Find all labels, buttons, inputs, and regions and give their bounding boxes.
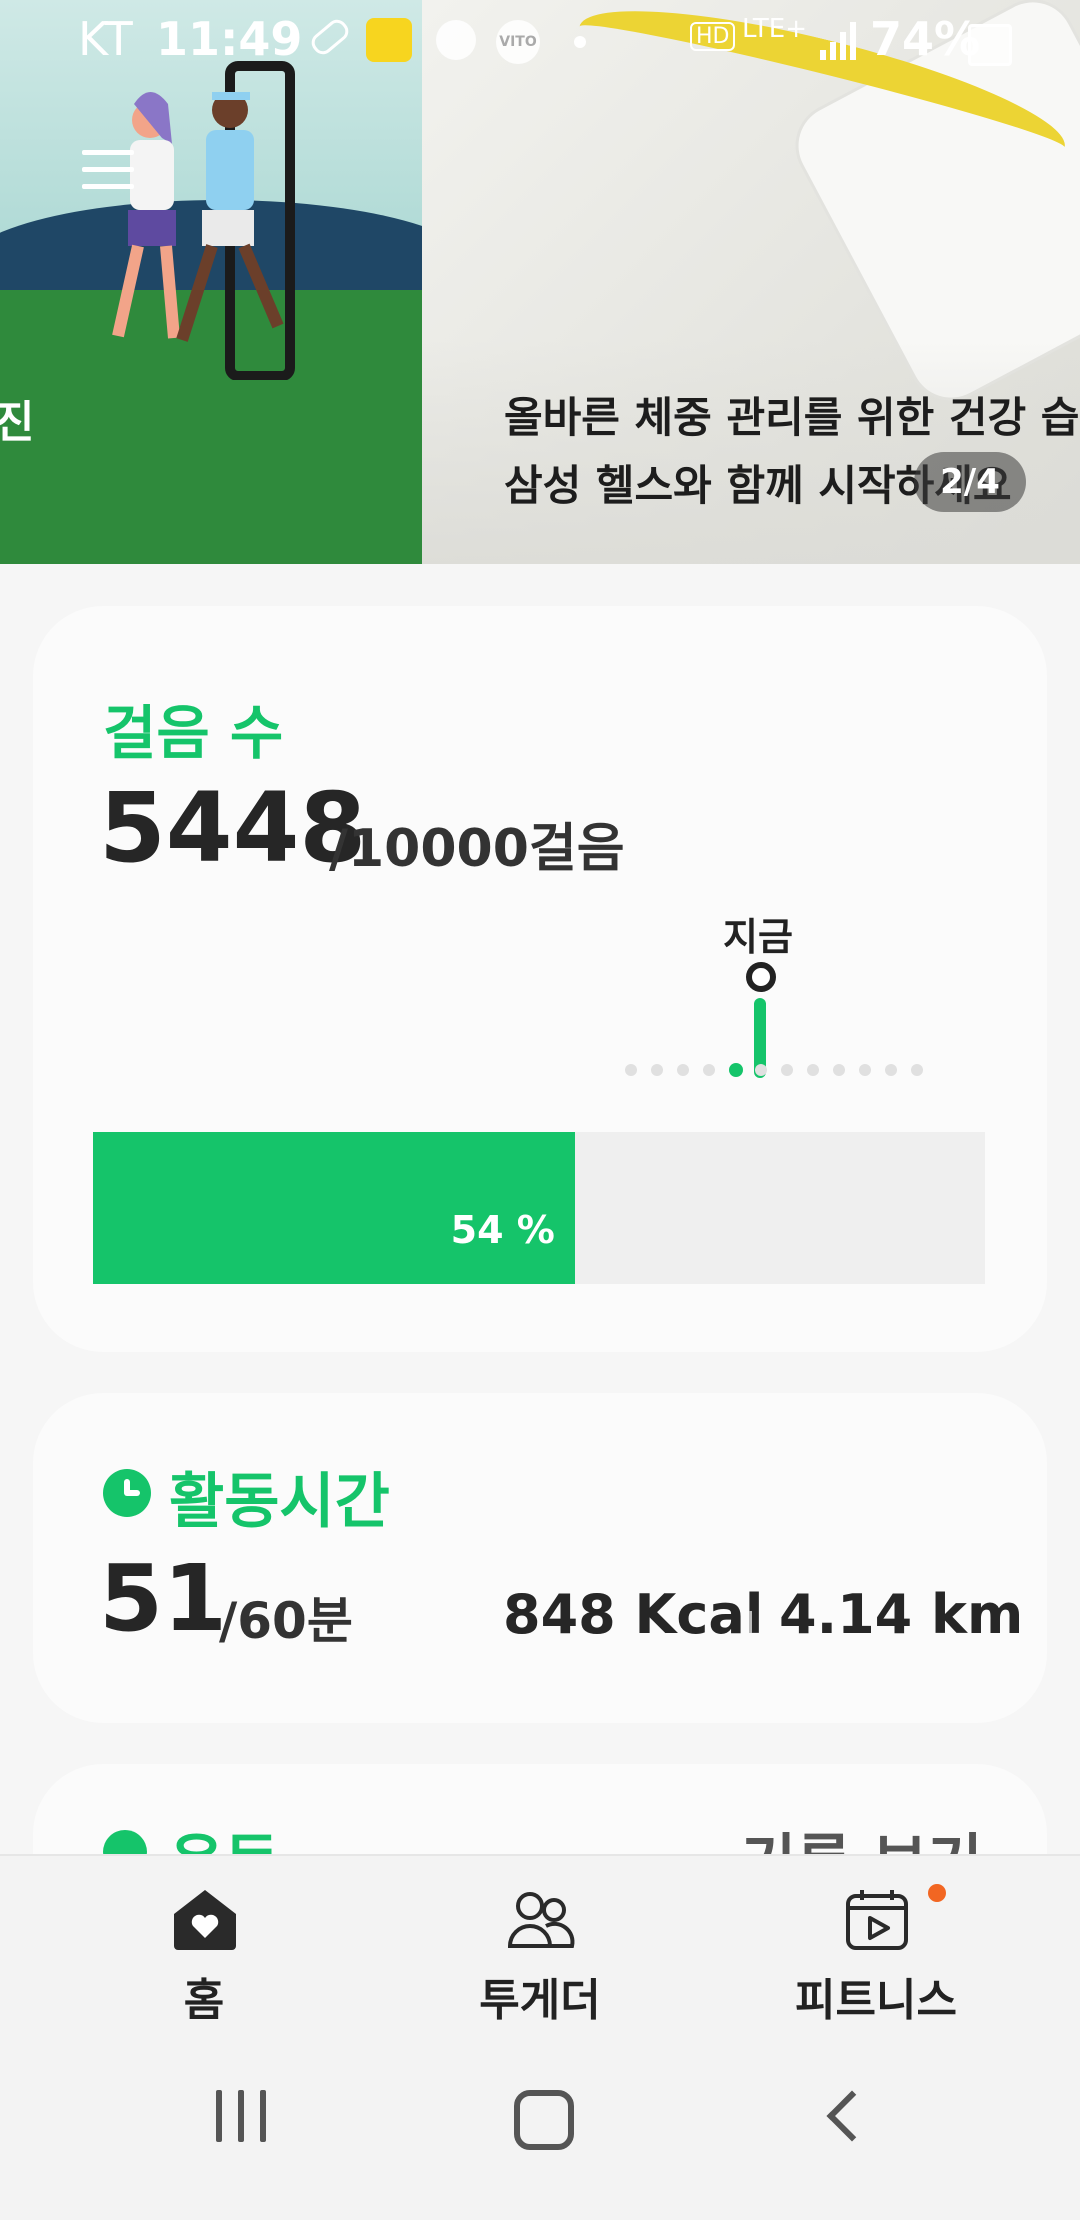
signal-icon [820, 22, 860, 60]
nav-home-label: 홈 [183, 1975, 225, 2026]
steps-progress-bar: 54 % [93, 1132, 985, 1284]
nav-home[interactable]: 홈 [54, 1856, 354, 2026]
active-minutes: 51 [99, 1545, 228, 1652]
home-heart-icon [174, 1890, 236, 1950]
timeline-dot [755, 1064, 767, 1076]
promo-banner[interactable]: 진 올바른 체중 관리를 위한 건강 습 삼성 헬스와 함께 시작하세요 2/4 [0, 0, 1080, 564]
timeline-dot [625, 1064, 637, 1076]
timeline-dot [677, 1064, 689, 1076]
active-time-title: 활동시간 [169, 1467, 390, 1537]
divider [749, 1611, 752, 1633]
back-button[interactable] [826, 2090, 878, 2142]
steps-progress-label: 54 % [450, 1208, 555, 1252]
dot-icon [574, 36, 586, 48]
banner-slide-previous[interactable]: 진 [0, 0, 480, 564]
now-marker [746, 962, 776, 992]
calories-value: 848 Kcal [503, 1583, 764, 1646]
timeline-dot [885, 1064, 897, 1076]
recent-apps-button[interactable] [216, 2090, 270, 2142]
timeline-dot [651, 1064, 663, 1076]
banner-pager: 2/4 [914, 452, 1026, 512]
banner-slide-title: 진 [0, 397, 35, 448]
nav-together-label: 투게더 [479, 1975, 601, 2026]
nav-together[interactable]: 투게더 [390, 1856, 690, 2026]
timeline-dot [833, 1064, 845, 1076]
banner-caption-line1: 올바른 체중 관리를 위한 건강 습 [504, 393, 1080, 442]
bottom-navigation: 홈 투게더 피트니스 [0, 1854, 1080, 2026]
timeline-dot [703, 1064, 715, 1076]
walking-people-illustration [112, 61, 295, 380]
nav-fitness[interactable]: 피트니스 [726, 1856, 1026, 2026]
carrier-label: KT [78, 12, 133, 66]
battery-percent: 74% [870, 12, 981, 66]
steps-card[interactable]: 걸음 수 5448 /10000걸음 지금 54 % [33, 606, 1047, 1352]
hd-icon: HD [690, 22, 736, 51]
distance-value: 4.14 km [779, 1583, 1024, 1646]
kakao-notification-icon [366, 18, 412, 62]
steps-count: 5448 [99, 772, 367, 884]
active-goal: /60분 [219, 1592, 353, 1650]
app-icon [436, 20, 476, 60]
notification-badge [928, 1884, 946, 1902]
timeline-dot [859, 1064, 871, 1076]
timeline-dot [911, 1064, 923, 1076]
system-navigation-bar [0, 2024, 1080, 2220]
pill-icon [307, 15, 353, 59]
timeline-dot [807, 1064, 819, 1076]
active-time-card[interactable]: 활동시간 51 /60분 848 Kcal 4.14 km [33, 1393, 1047, 1723]
steps-title: 걸음 수 [103, 699, 284, 767]
lte-icon: LTE+ [742, 14, 807, 44]
timeline-dot [729, 1063, 743, 1077]
battery-icon [968, 24, 1012, 66]
steps-goal: /10000걸음 [329, 819, 625, 879]
people-icon [507, 1892, 575, 1948]
status-bar: KT 11:49 VITO HD LTE+ 74% [0, 0, 1080, 84]
menu-icon[interactable] [82, 150, 134, 201]
timeline-dot [781, 1064, 793, 1076]
vito-icon: VITO [496, 20, 540, 64]
nav-fitness-label: 피트니스 [795, 1975, 957, 2026]
calendar-play-icon [846, 1890, 908, 1950]
clock-icon [103, 1469, 151, 1517]
home-button[interactable] [514, 2090, 574, 2150]
clock: 11:49 [156, 12, 303, 66]
now-label: 지금 [723, 915, 793, 959]
